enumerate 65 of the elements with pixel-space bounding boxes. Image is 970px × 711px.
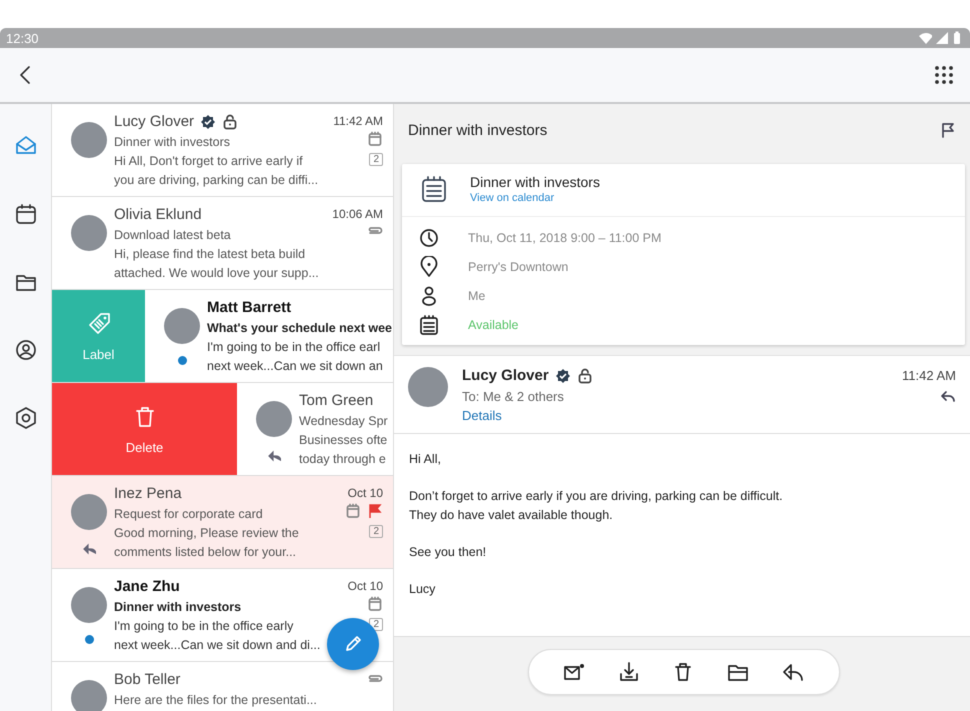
calendar-icon	[418, 314, 440, 336]
calendar-icon	[420, 175, 448, 203]
details-link[interactable]: Details	[462, 408, 888, 423]
sender-name: Lucy Glover	[462, 367, 549, 384]
sender-name: Olivia Eklund	[114, 205, 202, 225]
flag-icon	[940, 122, 956, 138]
message-row[interactable]: Label Matt Barrett What's your schedule next wee I'm going to be in the office earl next week...Can we sit down an	[52, 290, 393, 383]
timestamp: Oct 10	[348, 579, 383, 593]
subject-text: Download latest beta	[114, 227, 232, 244]
preview-text: today through e	[299, 451, 387, 468]
flag-button[interactable]	[940, 122, 956, 138]
preview-text: Businesses ofte	[299, 432, 388, 449]
preview-text: Hi All, Don't forget to arrive early if	[114, 153, 304, 170]
subject-text: Dinner with investors	[114, 599, 242, 616]
timestamp: 10:06 AM	[332, 207, 383, 221]
recipients-text: To: Me & 2 others	[462, 389, 565, 404]
clock-icon	[418, 226, 440, 248]
subject-text: Wednesday Spr	[299, 413, 389, 430]
timestamp: Oct 10	[348, 486, 383, 500]
event-title: Dinner with investors	[470, 174, 600, 190]
avatar	[71, 494, 107, 530]
view-on-calendar-link[interactable]: View on calendar	[470, 192, 600, 204]
sender-name: Matt Barrett	[207, 298, 292, 318]
sender-name: Tom Green	[299, 391, 374, 411]
timestamp: 11:42 AM	[333, 114, 383, 128]
subject-text: What's your schedule next wee	[207, 320, 393, 337]
timestamp: 11:42 AM	[902, 368, 956, 383]
delete-action-button[interactable]: Delete	[52, 383, 237, 475]
thread-count: 2	[369, 153, 383, 166]
sender-name: Lucy Glover	[114, 112, 194, 132]
thread-count: 2	[369, 525, 383, 538]
clock-time: 12:30	[6, 30, 39, 46]
subject-text: Request for corporate card	[114, 506, 264, 523]
body-paragraph: Hi All,	[409, 451, 442, 468]
body-paragraph: Lucy	[409, 581, 436, 598]
preview-text: I'm going to be in the office earl	[207, 339, 382, 356]
reply-button[interactable]	[940, 389, 956, 405]
event-time: Thu, Oct 11, 2018 9:00 – 11:00 PM	[468, 230, 662, 244]
event-availability: Available	[468, 318, 519, 332]
preview-text: you are driving, parking can be diffi...	[114, 172, 320, 189]
message-row[interactable]: Inez Pena Request for corporate card Good morning, Please review the comments listed below for your... Oct 10 2	[52, 476, 393, 569]
avatar	[256, 401, 292, 437]
subject-text: Here are the files for the presentati...	[114, 692, 318, 709]
sender-name: Jane Zhu	[114, 577, 180, 597]
body-paragraph: Don’t forget to arrive early if you are driving, parking can be difficult. They do have valet available though.	[409, 488, 784, 524]
preview-text: comments listed below for your...	[114, 544, 298, 561]
avatar	[408, 367, 448, 407]
email-subject: Dinner with investors	[408, 122, 548, 138]
sender-name: Bob Teller	[114, 670, 180, 690]
preview-text: next week...Can we sit down an	[207, 358, 384, 375]
event-attendee: Me	[468, 288, 486, 302]
message-row[interactable]: Delete Tom Green Wednesday Spr Businesses ofte today through e	[52, 383, 393, 476]
location-pin-icon	[418, 256, 440, 278]
wifi-icon	[918, 31, 932, 45]
preview-text: attached. We would love your supp...	[114, 265, 320, 282]
preview-text: I'm going to be in the office early	[114, 618, 294, 635]
body-paragraph: See you then!	[409, 544, 488, 561]
signal-icon	[934, 31, 948, 45]
preview-text: Good morning, Please review the	[114, 525, 300, 542]
preview-text: next week...Can we sit down and di...	[114, 637, 322, 654]
sender-name: Inez Pena	[114, 484, 182, 504]
event-location: Perry's Downtown	[468, 260, 568, 274]
preview-text: Hi, please find the latest beta build	[114, 246, 306, 263]
reply-icon	[940, 389, 956, 405]
subject-text: Dinner with investors	[114, 134, 232, 151]
